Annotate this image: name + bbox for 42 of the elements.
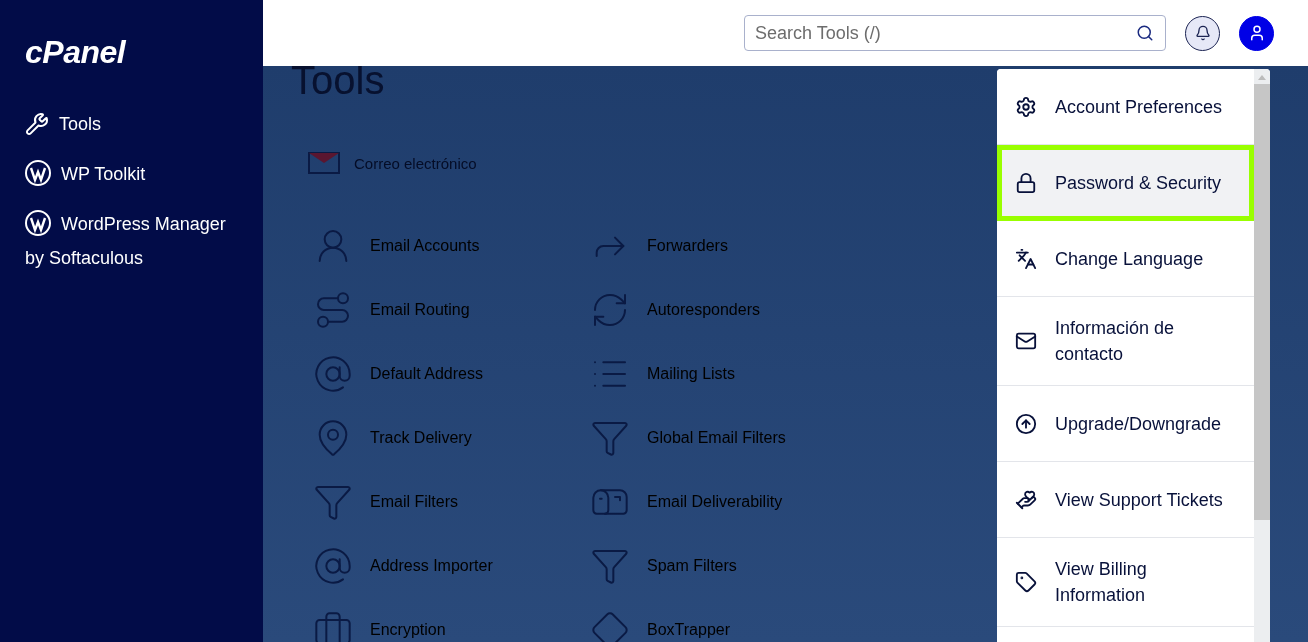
tool-link[interactable]: Email Accounts — [308, 214, 585, 278]
sidebar-item[interactable]: WP Toolkit — [25, 157, 238, 191]
sidebar-item[interactable]: WordPress Manager by Softaculous — [25, 207, 238, 275]
menu-icon — [1015, 330, 1037, 352]
tool-link[interactable]: BoxTrapper — [585, 598, 862, 642]
user-button[interactable] — [1239, 15, 1274, 51]
menu-icon — [1015, 412, 1037, 435]
tool-link[interactable]: Spam Filters — [585, 534, 862, 598]
menu-item[interactable]: Account Preferences — [997, 69, 1254, 145]
sidebar-item[interactable]: Tools — [25, 107, 238, 141]
tool-link[interactable]: Track Delivery — [308, 406, 585, 470]
wordpress-icon — [25, 210, 51, 236]
menu-item[interactable]: Password & Security — [997, 145, 1254, 221]
bell-icon — [1194, 25, 1211, 41]
tool-icon — [313, 354, 353, 394]
menu-icon — [1015, 247, 1037, 270]
tool-link[interactable]: Forwarders — [585, 214, 862, 278]
wordpress-icon — [25, 160, 51, 186]
tool-link[interactable]: Email Deliverability — [585, 470, 862, 534]
tool-link[interactable]: Email Filters — [308, 470, 585, 534]
menu-icon — [1015, 95, 1037, 118]
menu-icon — [1015, 488, 1037, 511]
tool-link[interactable]: Email Routing — [308, 278, 585, 342]
scrollbar[interactable] — [1254, 69, 1270, 642]
envelope-icon — [308, 152, 340, 174]
search-icon — [1136, 24, 1154, 42]
search-field[interactable]: Search Tools (/) — [744, 15, 1166, 51]
tool-link[interactable]: Mailing Lists — [585, 342, 862, 406]
tool-icon — [313, 546, 353, 586]
section-title: Correo electrónico — [354, 154, 477, 172]
menu-icon — [1015, 172, 1037, 194]
tool-link[interactable]: Address Importer — [308, 534, 585, 598]
tool-link[interactable]: Global Email Filters — [585, 406, 862, 470]
tool-link[interactable]: Autoresponders — [585, 278, 862, 342]
tool-link[interactable]: Default Address — [308, 342, 585, 406]
logo: cPanel — [25, 34, 127, 71]
tools-icon — [25, 112, 49, 136]
notifications-button[interactable] — [1185, 15, 1220, 51]
tool-icon — [590, 610, 630, 642]
menu-icon — [1015, 571, 1037, 593]
tool-icon — [313, 610, 353, 642]
tool-link[interactable]: Encryption — [308, 598, 585, 642]
